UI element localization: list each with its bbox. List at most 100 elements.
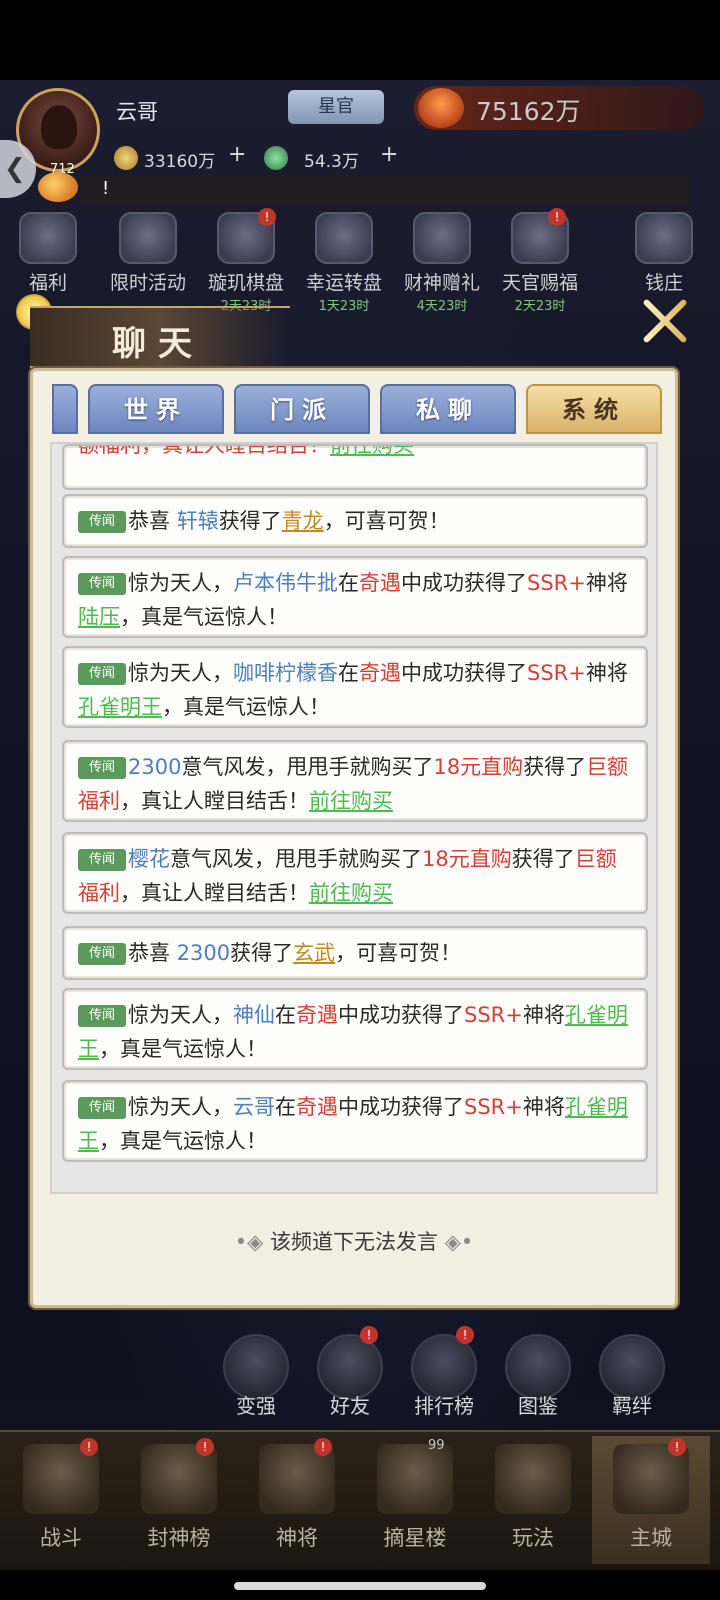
close-button[interactable] [630, 288, 700, 358]
player-link[interactable]: 咖啡柠檬香 [233, 661, 338, 685]
tab-private[interactable]: 私聊 [380, 384, 516, 434]
buy-link[interactable]: 前往购买 [309, 789, 393, 813]
message-text: 神将 [585, 661, 628, 685]
buy-link[interactable]: 前往购买 [330, 446, 414, 457]
nav-label: 封神榜 [147, 1526, 211, 1550]
wheel-icon [315, 212, 373, 264]
message-text: 获得了 [511, 847, 575, 871]
pet-icon[interactable] [38, 172, 78, 202]
rumor-tag: 传闻 [78, 1005, 126, 1027]
list-item: 传闻 惊为天人，卢本伟牛批在奇遇中成功获得了SSR+神将陆压，真是气运惊人！ [62, 556, 648, 638]
gold-amount: 33160万 [144, 152, 216, 172]
rarity-label: SSR+ [464, 1003, 523, 1027]
message-text: ，真是气运惊人！ [99, 1129, 267, 1153]
tab-overflow[interactable] [52, 384, 78, 434]
nav-label: 战斗 [40, 1526, 82, 1550]
message-text: 在 [275, 1095, 296, 1119]
nav-battle[interactable]: 战斗 [2, 1436, 120, 1564]
activity-heaven-blessing[interactable]: 天官赐福 2天23时 [492, 212, 588, 314]
nav-heroes[interactable]: 神将 [238, 1436, 356, 1564]
event-name: 奇遇 [359, 571, 401, 595]
rarity-label: SSR+ [464, 1095, 523, 1119]
ornament-icon: ◈• [444, 1230, 474, 1254]
notification-dot: ! [258, 208, 276, 226]
nav-main-city[interactable]: 主城 [592, 1436, 710, 1564]
activity-lucky-wheel[interactable]: 幸运转盘 1天23时 [296, 212, 392, 314]
buy-link[interactable]: 前往购买 [309, 881, 393, 905]
event-name: 奇遇 [296, 1003, 338, 1027]
add-gold-button[interactable]: + [228, 142, 246, 167]
message-text: 意气风发，甩甩手就购买了 [170, 847, 422, 871]
message-text: 获得了 [230, 941, 294, 965]
jade-amount: 54.3万 [304, 152, 359, 172]
ornament-icon: •◈ [234, 1230, 264, 1254]
item-link[interactable]: 青龙 [282, 509, 324, 533]
rarity-label: SSR+ [527, 661, 586, 685]
tower-icon [377, 1444, 453, 1514]
nav-star-tower[interactable]: 摘星楼 [356, 1436, 474, 1564]
list-item: 传闻 樱花意气风发，甩甩手就购买了18元直购获得了巨额福利，真让人瞠目结舌！前往购… [62, 832, 648, 914]
shortcut-codex[interactable]: 图鉴 [500, 1334, 576, 1428]
activity-wealth-gift[interactable]: 财神赠礼 4天23时 [394, 212, 490, 314]
player-link[interactable]: 2300 [177, 941, 230, 965]
power-icon [418, 88, 464, 128]
shortcut-label: 好友 [330, 1394, 370, 1418]
message-text: 获得了 [523, 755, 587, 779]
marquee-text: ! [102, 178, 110, 199]
nav-fengshen-list[interactable]: 封神榜 [120, 1436, 238, 1564]
hero-link[interactable]: 孔雀明王 [78, 695, 162, 719]
announcement-marquee: ! [80, 176, 690, 206]
message-text: 意气风发，甩甩手就购买了 [181, 755, 434, 779]
rumor-tag: 传闻 [78, 943, 126, 965]
message-text: ，真让人瞠目结舌！ [120, 881, 309, 905]
list-item: 传闻 惊为天人，咖啡柠檬香在奇遇中成功获得了SSR+神将孔雀明王，真是气运惊人！ [62, 646, 648, 728]
rumor-tag: 传闻 [78, 573, 126, 595]
chat-title: 聊天 [112, 324, 204, 364]
shortcut-friends[interactable]: 好友 [312, 1334, 388, 1428]
activity-timer: 4天23时 [416, 299, 468, 314]
home-indicator[interactable] [234, 1582, 486, 1590]
player-link[interactable]: 樱花 [128, 847, 170, 871]
item-link[interactable]: 玄武 [293, 941, 335, 965]
nav-badge-count: 99 [428, 1438, 445, 1453]
rumor-tag: 传闻 [78, 757, 126, 779]
rumor-tag: 传闻 [78, 511, 126, 533]
message-text: 惊为天人， [128, 661, 233, 685]
tab-world[interactable]: 世界 [88, 384, 224, 434]
footer-text: 该频道下无法发言 [270, 1230, 438, 1254]
nav-label: 摘星楼 [383, 1526, 447, 1550]
shortcut-label: 羁绊 [612, 1394, 652, 1418]
activity-timer: 1天23时 [318, 299, 370, 314]
message-text: 在 [338, 571, 359, 595]
player-link[interactable]: 云哥 [233, 1095, 275, 1119]
tab-system[interactable]: 系统 [526, 384, 662, 434]
jade-icon [264, 146, 288, 170]
nav-label: 神将 [276, 1526, 318, 1550]
list-item: 传闻 恭喜 轩辕获得了青龙，可喜可贺！ [62, 494, 648, 548]
notification-dot: ! [548, 208, 566, 226]
rank-badge: 星官 [288, 90, 384, 124]
pack-name: 18元直购 [422, 847, 512, 871]
list-item: 额福利，真让人瞠目结舌！前往购买 [62, 444, 648, 490]
shortcut-strengthen[interactable]: 变强 [218, 1334, 294, 1428]
bank-icon [635, 212, 693, 264]
message-text: 恭喜 [128, 941, 177, 965]
tab-sect[interactable]: 门派 [234, 384, 370, 434]
activity-label: 幸运转盘 [305, 272, 382, 294]
message-text: 中成功获得了 [338, 1003, 464, 1027]
player-link[interactable]: 卢本伟牛批 [233, 571, 338, 595]
notification-dot: ! [80, 1438, 98, 1456]
message-text: 神将 [522, 1003, 565, 1027]
shortcut-bonds[interactable]: 羁绊 [594, 1334, 670, 1428]
player-link[interactable]: 轩辕 [177, 509, 219, 533]
welfare-icon [19, 212, 77, 264]
player-link[interactable]: 2300 [128, 755, 181, 779]
notification-dot: ! [668, 1438, 686, 1456]
hero-link[interactable]: 陆压 [78, 605, 120, 629]
add-jade-button[interactable]: + [380, 142, 398, 167]
player-link[interactable]: 神仙 [233, 1003, 275, 1027]
list-item: 传闻 2300意气风发，甩甩手就购买了18元直购获得了巨额福利，真让人瞠目结舌！前… [62, 740, 648, 822]
message-text: 神将 [522, 1095, 565, 1119]
nav-gameplay[interactable]: 玩法 [474, 1436, 592, 1564]
shortcut-leaderboard[interactable]: 排行榜 [406, 1334, 482, 1428]
